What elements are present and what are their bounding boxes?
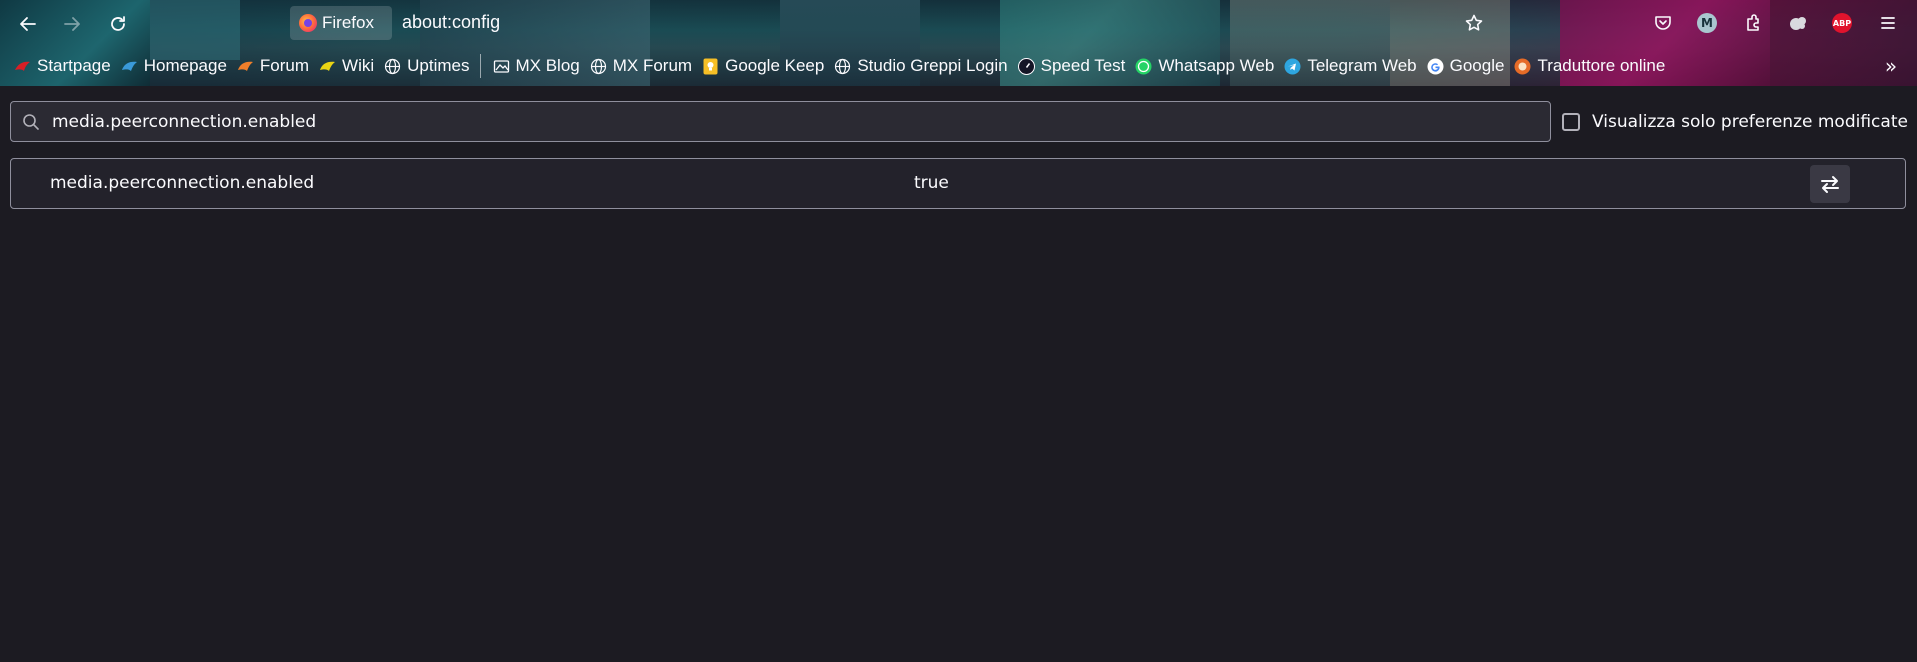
forward-arrow-icon: [64, 17, 80, 31]
bookmark-item[interactable]: Studio Greppi Login: [830, 52, 1013, 80]
reload-icon: [111, 16, 125, 31]
globe-icon: [834, 58, 851, 75]
bookmark-item[interactable]: Google: [1423, 52, 1511, 80]
account-letter: M: [1701, 16, 1713, 30]
bookmark-label: MX Blog: [515, 56, 580, 75]
identity-box[interactable]: Firefox: [290, 6, 392, 40]
bookmark-item[interactable]: MX Blog: [489, 52, 586, 80]
account-button[interactable]: M: [1694, 10, 1720, 36]
bookmarks-list: Startpage Homepage Forum Wiki Uptimes MX…: [10, 46, 1671, 86]
pocket-button[interactable]: [1650, 10, 1676, 36]
pocket-icon: [1655, 16, 1671, 30]
star-icon: [1465, 14, 1483, 31]
keep-icon: [702, 58, 719, 75]
bookmark-label: Google Keep: [725, 56, 825, 75]
abp-icon: ABP: [1832, 13, 1852, 33]
toggle-button[interactable]: [1810, 165, 1850, 203]
whatsapp-icon: [1135, 58, 1152, 75]
adblock-button[interactable]: ABP: [1829, 10, 1855, 36]
bookmark-label: Google: [1449, 56, 1505, 75]
identity-label: Firefox: [322, 13, 374, 32]
bookmark-star-button[interactable]: [1461, 10, 1487, 36]
bookmark-item[interactable]: Uptimes: [380, 52, 475, 80]
extensions-button[interactable]: [1740, 10, 1766, 36]
homepage-icon: [121, 58, 138, 75]
browser-toolbar: Firefox about:config M ABP Startpage Hom…: [0, 0, 1917, 86]
puzzle-extension-button[interactable]: [1785, 10, 1811, 36]
forward-button[interactable]: [56, 8, 88, 40]
globe-icon: [384, 58, 401, 75]
about-config-search: [10, 101, 1551, 142]
modified-only-toggle[interactable]: Visualizza solo preferenze modificate: [1562, 111, 1908, 133]
speedtest-icon: [1017, 57, 1035, 75]
forum-icon: [237, 58, 254, 75]
modified-only-checkbox[interactable]: [1562, 113, 1580, 131]
modified-only-label: Visualizza solo preferenze modificate: [1592, 112, 1908, 132]
bookmark-item[interactable]: MX Forum: [586, 52, 698, 80]
google-icon: [1427, 58, 1444, 75]
back-button[interactable]: [12, 8, 44, 40]
preference-value: true: [914, 173, 949, 193]
search-icon: [11, 102, 51, 142]
bookmark-item[interactable]: Telegram Web: [1280, 52, 1422, 80]
telegram-icon: [1284, 58, 1301, 75]
bookmark-item[interactable]: Startpage: [10, 52, 117, 80]
app-menu-button[interactable]: [1875, 10, 1901, 36]
bookmark-label: Speed Test: [1040, 56, 1126, 75]
chevron-double-right-icon: »: [1884, 54, 1898, 78]
bookmarks-separator: [479, 54, 481, 78]
preference-name: media.peerconnection.enabled: [50, 173, 315, 193]
globe-icon: [590, 58, 607, 75]
translator-icon: [1514, 58, 1531, 75]
bookmark-item[interactable]: Speed Test: [1014, 52, 1132, 80]
bookmark-label: Uptimes: [407, 56, 470, 75]
bookmarks-overflow-button[interactable]: »: [1877, 52, 1905, 80]
account-icon: M: [1697, 13, 1717, 33]
abp-label: ABP: [1832, 18, 1852, 28]
bookmark-item[interactable]: Google Keep: [698, 52, 830, 80]
firefox-logo-icon: [299, 14, 317, 32]
bookmark-item[interactable]: Homepage: [117, 52, 233, 80]
bookmark-label: Wiki: [342, 56, 375, 75]
bookmark-label: Homepage: [143, 56, 227, 75]
preference-row[interactable]: media.peerconnection.enabled true: [10, 158, 1906, 209]
bookmark-label: Whatsapp Web: [1158, 56, 1275, 75]
bookmark-label: MX Forum: [612, 56, 693, 75]
bookmark-item[interactable]: Wiki: [315, 52, 380, 80]
bookmark-item[interactable]: Traduttore online: [1510, 52, 1671, 80]
puzzle-icon: [1790, 17, 1806, 30]
bookmark-item[interactable]: Whatsapp Web: [1131, 52, 1280, 80]
bookmark-label: Studio Greppi Login: [857, 56, 1008, 75]
extensions-icon: [1747, 14, 1759, 31]
toggle-arrows-icon: [1821, 176, 1839, 193]
url-bar[interactable]: about:config: [402, 12, 500, 33]
reload-button[interactable]: [102, 8, 134, 40]
navigation-bar: Firefox about:config M ABP: [0, 0, 1917, 46]
bookmark-label: Telegram Web: [1307, 56, 1417, 75]
search-input[interactable]: [51, 102, 1550, 141]
wiki-icon: [319, 58, 336, 75]
bookmark-item[interactable]: Forum: [233, 52, 315, 80]
bookmarks-toolbar: Startpage Homepage Forum Wiki Uptimes MX…: [0, 46, 1917, 86]
bookmark-label: Forum: [259, 56, 310, 75]
blog-icon: [493, 58, 510, 75]
bookmark-label: Startpage: [37, 56, 111, 75]
back-arrow-icon: [20, 17, 36, 31]
startpage-icon: [14, 58, 31, 75]
bookmark-label: Traduttore online: [1537, 56, 1666, 75]
hamburger-menu-icon: [1881, 17, 1895, 29]
